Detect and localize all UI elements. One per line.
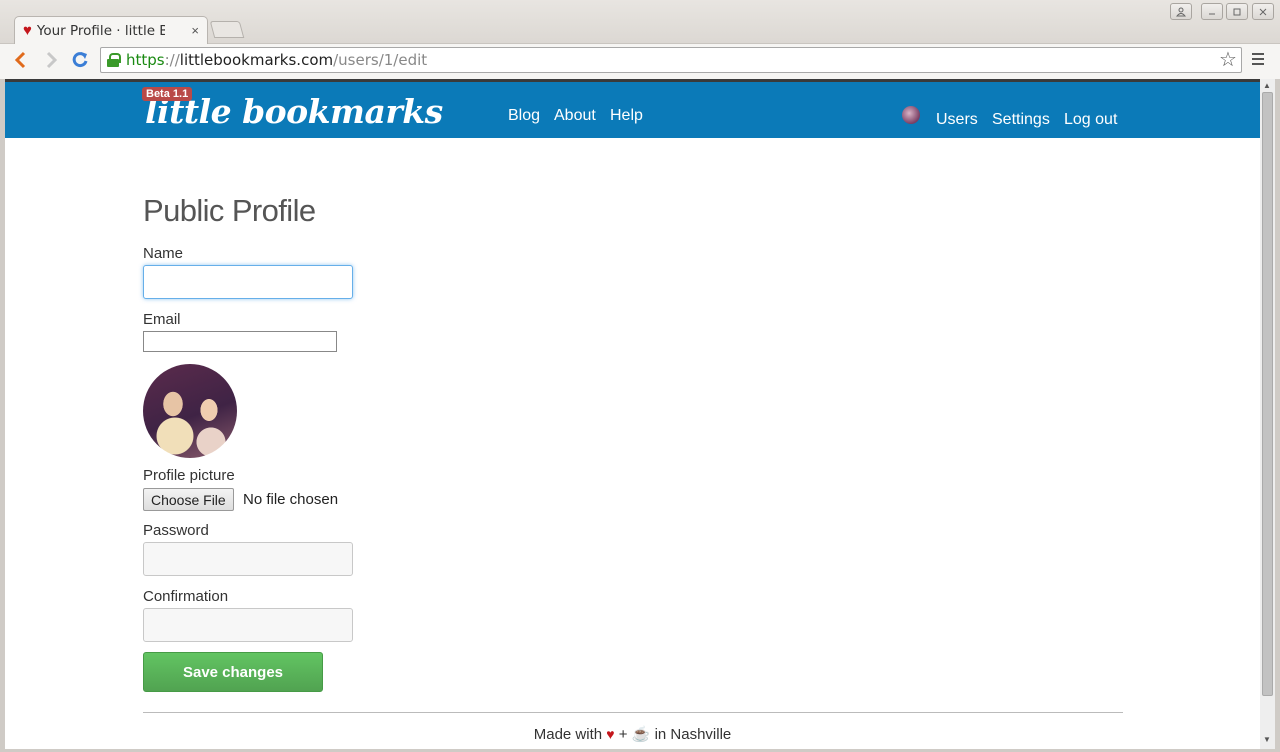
footer-plus: + <box>618 726 628 743</box>
footer: Made with ♥ + ☕ in Nashville <box>5 725 1260 743</box>
tab-close-icon[interactable]: × <box>191 23 199 38</box>
footer-location: in Nashville <box>654 726 732 743</box>
nav-blog[interactable]: Blog <box>508 107 540 125</box>
scroll-down-icon[interactable]: ▼ <box>1263 735 1271 744</box>
heart-icon: ♥ <box>606 726 615 742</box>
new-tab-button[interactable] <box>209 21 245 38</box>
browser-tab[interactable]: ♥ Your Profile · little B × <box>14 16 208 44</box>
confirmation-input[interactable] <box>143 608 353 642</box>
nav-help[interactable]: Help <box>610 107 643 125</box>
page-title: Public Profile <box>143 193 316 228</box>
save-changes-button[interactable]: Save changes <box>143 652 323 692</box>
confirmation-label: Confirmation <box>143 588 229 605</box>
user-profile-icon[interactable] <box>1170 3 1192 20</box>
nav-logout[interactable]: Log out <box>1064 111 1117 129</box>
browser-titlebar: ♥ Your Profile · little B × <box>0 0 1280 44</box>
site-header: Beta 1.1 little bookmarks Blog About Hel… <box>5 82 1260 138</box>
back-icon[interactable] <box>13 50 27 75</box>
coffee-icon: ☕ <box>631 726 651 743</box>
page-viewport: Beta 1.1 little bookmarks Blog About Hel… <box>5 79 1260 749</box>
nav-users[interactable]: Users <box>936 111 978 129</box>
name-label: Name <box>143 245 184 262</box>
header-top-border <box>5 79 1260 82</box>
reload-icon[interactable] <box>71 50 89 75</box>
password-input[interactable] <box>143 542 353 576</box>
url-scheme: https <box>126 51 165 69</box>
lock-icon <box>107 53 121 67</box>
minimize-icon[interactable] <box>1201 3 1223 20</box>
url-host: littlebookmarks.com <box>179 51 334 69</box>
nav-about[interactable]: About <box>554 107 596 125</box>
nav-settings[interactable]: Settings <box>992 111 1050 129</box>
profile-picture <box>143 364 237 458</box>
password-label: Password <box>143 522 209 539</box>
address-bar[interactable]: https :// littlebookmarks.com /users/1/e… <box>100 47 1242 73</box>
url-separator: :// <box>164 51 180 69</box>
choose-file-button[interactable]: Choose File <box>143 488 234 511</box>
footer-made-with: Made with <box>533 726 603 743</box>
maximize-icon[interactable] <box>1226 3 1248 20</box>
bookmark-star-icon[interactable]: ☆ <box>1219 47 1237 72</box>
url-path: /users/1/edit <box>333 51 428 69</box>
name-input[interactable] <box>143 265 353 299</box>
email-label: Email <box>143 311 181 328</box>
scroll-up-icon[interactable]: ▲ <box>1263 81 1271 90</box>
profile-picture-label: Profile picture <box>143 467 235 484</box>
tab-title: Your Profile · little B <box>36 22 165 39</box>
vertical-scrollbar[interactable]: ▲ ▼ <box>1260 79 1275 749</box>
heart-favicon-icon: ♥ <box>23 22 32 39</box>
email-input[interactable] <box>143 331 337 352</box>
beta-badge: Beta 1.1 <box>142 87 193 101</box>
file-status: No file chosen <box>243 491 339 508</box>
footer-divider <box>143 712 1123 713</box>
forward-icon[interactable] <box>45 50 59 75</box>
scroll-thumb[interactable] <box>1262 92 1273 696</box>
user-avatar[interactable] <box>902 106 920 124</box>
browser-menu-icon[interactable] <box>1252 53 1264 68</box>
close-window-icon[interactable] <box>1252 3 1274 20</box>
